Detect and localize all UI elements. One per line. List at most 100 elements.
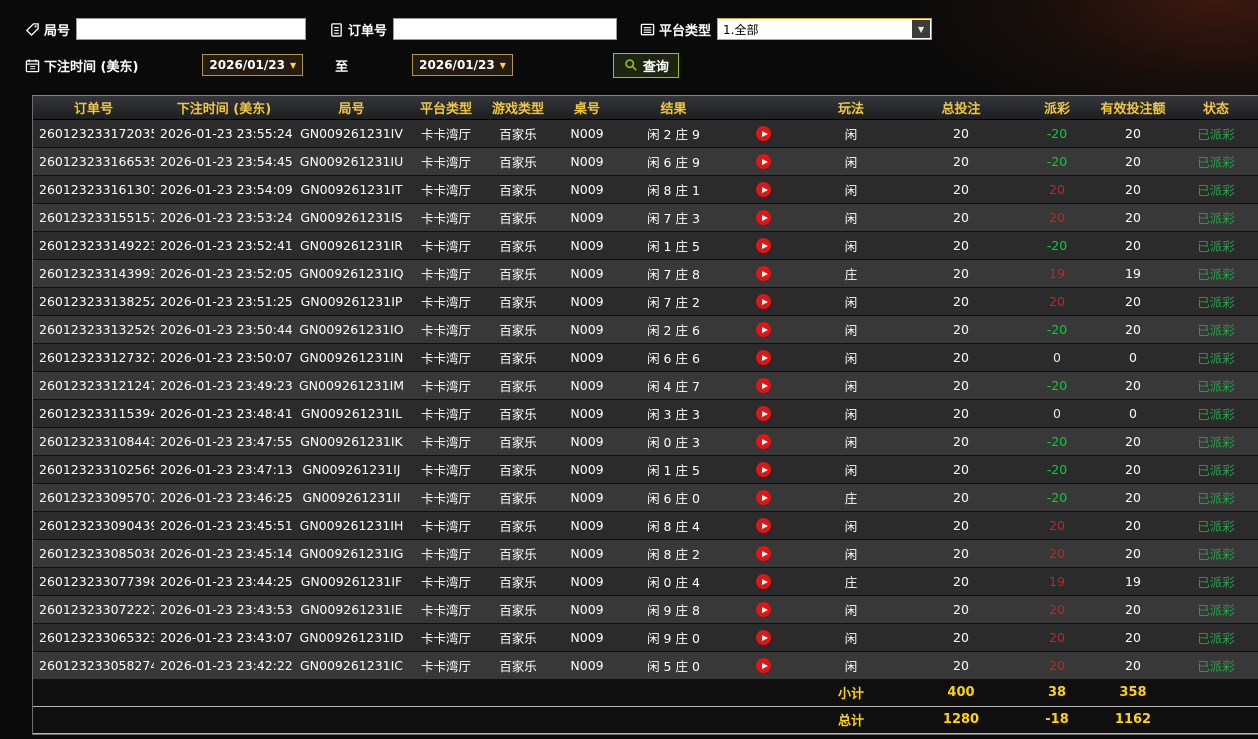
replay-play-icon[interactable] bbox=[756, 238, 771, 253]
replay-play-icon[interactable] bbox=[756, 434, 771, 449]
play-type-cell: 闲 bbox=[801, 203, 901, 232]
col-header-platform: 平台类型 bbox=[409, 96, 483, 120]
platform-cell: 卡卡湾厅 bbox=[409, 623, 483, 652]
play-type-cell: 闲 bbox=[801, 343, 901, 372]
payout-cell: -20 bbox=[1021, 315, 1093, 344]
round-id-cell: GN009261231IK bbox=[294, 427, 409, 456]
play-triangle bbox=[761, 578, 768, 585]
play-triangle bbox=[761, 634, 768, 641]
bet-time-label: 下注时间 (美东) bbox=[44, 59, 139, 75]
order-id-cell: 260123233143993 bbox=[33, 259, 154, 288]
col-header-replay bbox=[726, 96, 801, 120]
replay-play-icon[interactable] bbox=[756, 210, 771, 225]
play-triangle bbox=[761, 466, 768, 473]
replay-play-icon[interactable] bbox=[756, 350, 771, 365]
replay-play-icon[interactable] bbox=[756, 126, 771, 141]
platform-cell: 卡卡湾厅 bbox=[409, 315, 483, 344]
game-type-cell: 百家乐 bbox=[483, 539, 553, 568]
result-cell: 闲 2 庄 6 bbox=[621, 315, 726, 344]
game-type-cell: 百家乐 bbox=[483, 567, 553, 596]
header-row: 订单号 下注时间 (美东) 局号 平台类型 游戏类型 桌号 结果 玩法 总投注 … bbox=[33, 96, 1258, 120]
result-cell: 闲 8 庄 4 bbox=[621, 511, 726, 540]
result-cell: 闲 2 庄 9 bbox=[621, 119, 726, 148]
date-to-button[interactable]: 2026/01/23 ▼ bbox=[412, 54, 513, 76]
replay-play-icon[interactable] bbox=[756, 602, 771, 617]
filter-bar: 局号 订单号 平台类型 1.全部 ▼ 下注时间 (美东) 2026/01/23 … bbox=[0, 0, 1258, 95]
table-no-cell: N009 bbox=[553, 399, 621, 428]
order-filter: 订单号 bbox=[328, 18, 618, 40]
bet-time-cell: 2026-01-23 23:52:05 bbox=[154, 259, 294, 288]
replay-play-icon[interactable] bbox=[756, 518, 771, 533]
replay-play-icon[interactable] bbox=[756, 630, 771, 645]
status-cell: 已派彩 bbox=[1173, 259, 1258, 288]
order-id-cell: 260123233155157 bbox=[33, 203, 154, 232]
play-triangle bbox=[761, 522, 768, 529]
total-bet-cell: 20 bbox=[901, 623, 1021, 652]
game-type-cell: 百家乐 bbox=[483, 119, 553, 148]
date-from-button[interactable]: 2026/01/23 ▼ bbox=[202, 54, 304, 76]
replay-cell bbox=[726, 287, 801, 316]
replay-play-icon[interactable] bbox=[756, 182, 771, 197]
grand-total-spacer bbox=[33, 705, 801, 734]
replay-cell bbox=[726, 483, 801, 512]
replay-play-icon[interactable] bbox=[756, 574, 771, 589]
replay-play-icon[interactable] bbox=[756, 294, 771, 309]
filter-row-2: 下注时间 (美东) 2026/01/23 ▼ 至 2026/01/23 ▼ 查询 bbox=[24, 50, 1258, 80]
play-triangle bbox=[761, 158, 768, 165]
result-cell: 闲 7 庄 3 bbox=[621, 203, 726, 232]
result-cell: 闲 3 庄 3 bbox=[621, 399, 726, 428]
table-no-cell: N009 bbox=[553, 259, 621, 288]
platform-select[interactable]: 1.全部 ▼ bbox=[717, 18, 933, 40]
replay-play-icon[interactable] bbox=[756, 490, 771, 505]
round-input[interactable] bbox=[76, 18, 307, 40]
table-no-cell: N009 bbox=[553, 511, 621, 540]
table-no-cell: N009 bbox=[553, 315, 621, 344]
play-type-cell: 闲 bbox=[801, 427, 901, 456]
bet-time-cell: 2026-01-23 23:43:53 bbox=[154, 595, 294, 624]
subtotal-valid-bet: 358 bbox=[1093, 678, 1173, 706]
play-triangle bbox=[761, 382, 768, 389]
order-input[interactable] bbox=[393, 18, 618, 40]
replay-cell bbox=[726, 427, 801, 456]
replay-play-icon[interactable] bbox=[756, 266, 771, 281]
replay-play-icon[interactable] bbox=[756, 658, 771, 673]
status-cell: 已派彩 bbox=[1173, 119, 1258, 148]
payout-cell: -20 bbox=[1021, 371, 1093, 400]
bet-time-cell: 2026-01-23 23:45:51 bbox=[154, 511, 294, 540]
date-from-value: 2026/01/23 bbox=[209, 58, 285, 72]
col-header-payout: 派彩 bbox=[1021, 96, 1093, 120]
game-type-cell: 百家乐 bbox=[483, 483, 553, 512]
replay-play-icon[interactable] bbox=[756, 546, 771, 561]
replay-play-icon[interactable] bbox=[756, 406, 771, 421]
replay-play-icon[interactable] bbox=[756, 378, 771, 393]
order-id-cell: 260123233058274 bbox=[33, 651, 154, 680]
platform-cell: 卡卡湾厅 bbox=[409, 287, 483, 316]
table-row: 260123233102565 2026-01-23 23:47:13 GN0092… bbox=[33, 455, 1258, 484]
bet-time-cell: 2026-01-23 23:53:24 bbox=[154, 203, 294, 232]
valid-bet-cell: 20 bbox=[1093, 147, 1173, 176]
round-id-cell: GN009261231IR bbox=[294, 231, 409, 260]
replay-play-icon[interactable] bbox=[756, 462, 771, 477]
game-type-cell: 百家乐 bbox=[483, 259, 553, 288]
search-button[interactable]: 查询 bbox=[612, 52, 679, 78]
total-bet-cell: 20 bbox=[901, 259, 1021, 288]
bet-time-cell: 2026-01-23 23:49:23 bbox=[154, 371, 294, 400]
result-cell: 闲 8 庄 2 bbox=[621, 539, 726, 568]
valid-bet-cell: 0 bbox=[1093, 399, 1173, 428]
status-cell: 已派彩 bbox=[1173, 203, 1258, 232]
status-cell: 已派彩 bbox=[1173, 231, 1258, 260]
col-header-play-type: 玩法 bbox=[801, 96, 901, 120]
replay-play-icon[interactable] bbox=[756, 154, 771, 169]
subtotal-label: 小计 bbox=[801, 678, 901, 706]
valid-bet-cell: 20 bbox=[1093, 175, 1173, 204]
table-row: 260123233166535 2026-01-23 23:54:45 GN0092… bbox=[33, 147, 1258, 176]
payout-cell: 20 bbox=[1021, 595, 1093, 624]
total-bet-cell: 20 bbox=[901, 427, 1021, 456]
replay-cell bbox=[726, 567, 801, 596]
table-no-cell: N009 bbox=[553, 287, 621, 316]
replay-play-icon[interactable] bbox=[756, 322, 771, 337]
table-no-cell: N009 bbox=[553, 175, 621, 204]
table-row: 260123233095707 2026-01-23 23:46:25 GN0092… bbox=[33, 483, 1258, 512]
valid-bet-cell: 20 bbox=[1093, 119, 1173, 148]
valid-bet-cell: 20 bbox=[1093, 427, 1173, 456]
